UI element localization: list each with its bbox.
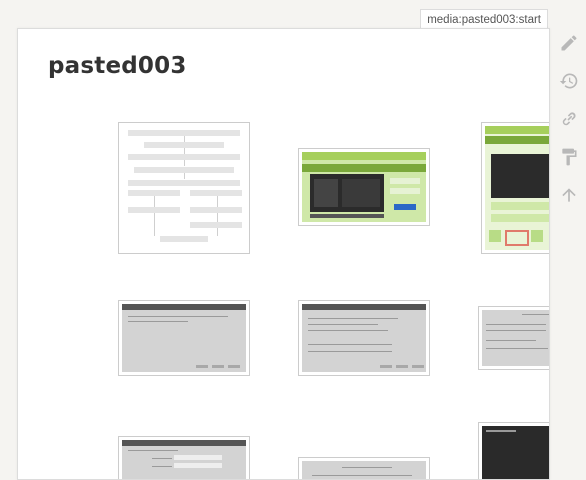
thumbnail-gray-dialog-1[interactable] <box>118 300 250 376</box>
subscribe-button[interactable] <box>555 138 583 176</box>
thumbnail-gray-dialog-3[interactable] <box>478 306 549 370</box>
arrow-up-icon <box>562 188 576 202</box>
back-to-top-button[interactable] <box>555 176 583 214</box>
flowchart-image <box>122 126 246 250</box>
link-icon <box>562 112 576 126</box>
green-website-banner-image <box>302 152 426 222</box>
page-id-tab: media:pasted003:start <box>420 9 548 30</box>
edit-button[interactable] <box>555 24 583 62</box>
paint-roller-icon <box>562 148 577 166</box>
gray-dialog-2-image <box>302 304 426 372</box>
page-tools <box>555 24 583 214</box>
pencil-icon <box>561 35 577 51</box>
thumbnail-gray-dialog-2[interactable] <box>298 300 430 376</box>
thumbnail-green-website-banner[interactable] <box>298 148 430 226</box>
thumbnail-form-dialog[interactable] <box>118 436 250 479</box>
thumbnail-gray-dialog-4[interactable] <box>298 457 430 479</box>
form-dialog-image <box>122 440 246 479</box>
thumbnail-dark-window[interactable] <box>478 422 549 479</box>
gray-dialog-1-image <box>122 304 246 372</box>
page-title: pasted003 <box>48 53 187 79</box>
old-revisions-button[interactable] <box>555 62 583 100</box>
thumbnail-flowchart[interactable] <box>118 122 250 254</box>
backlinks-button[interactable] <box>555 100 583 138</box>
dark-window-image <box>482 426 549 479</box>
page-content: pasted003 <box>17 28 550 480</box>
gray-dialog-4-image <box>302 461 426 479</box>
green-website-tall-image <box>485 126 549 250</box>
gray-dialog-3-image <box>482 310 549 366</box>
thumbnail-green-website-tall[interactable] <box>481 122 549 254</box>
history-icon <box>559 73 578 89</box>
